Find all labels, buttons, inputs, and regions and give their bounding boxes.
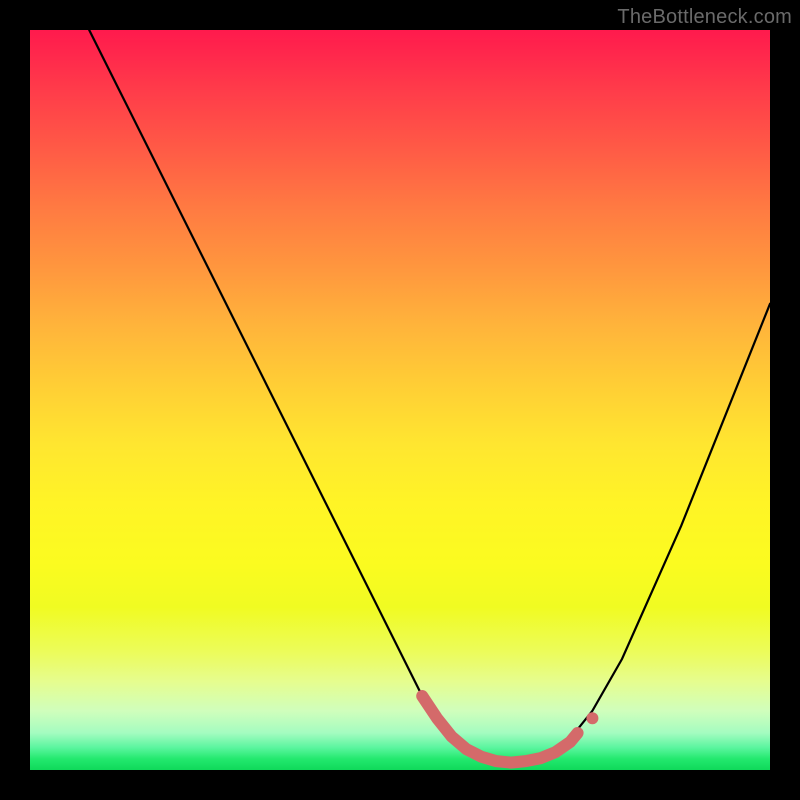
curve-svg [30, 30, 770, 770]
watermark-text: TheBottleneck.com [617, 6, 792, 29]
bottleneck-curve-path [30, 0, 770, 763]
chart-frame: TheBottleneck.com [0, 0, 800, 800]
plot-area [30, 30, 770, 770]
optimal-zone-path [422, 696, 577, 763]
optimal-zone-endpoint [586, 712, 598, 724]
